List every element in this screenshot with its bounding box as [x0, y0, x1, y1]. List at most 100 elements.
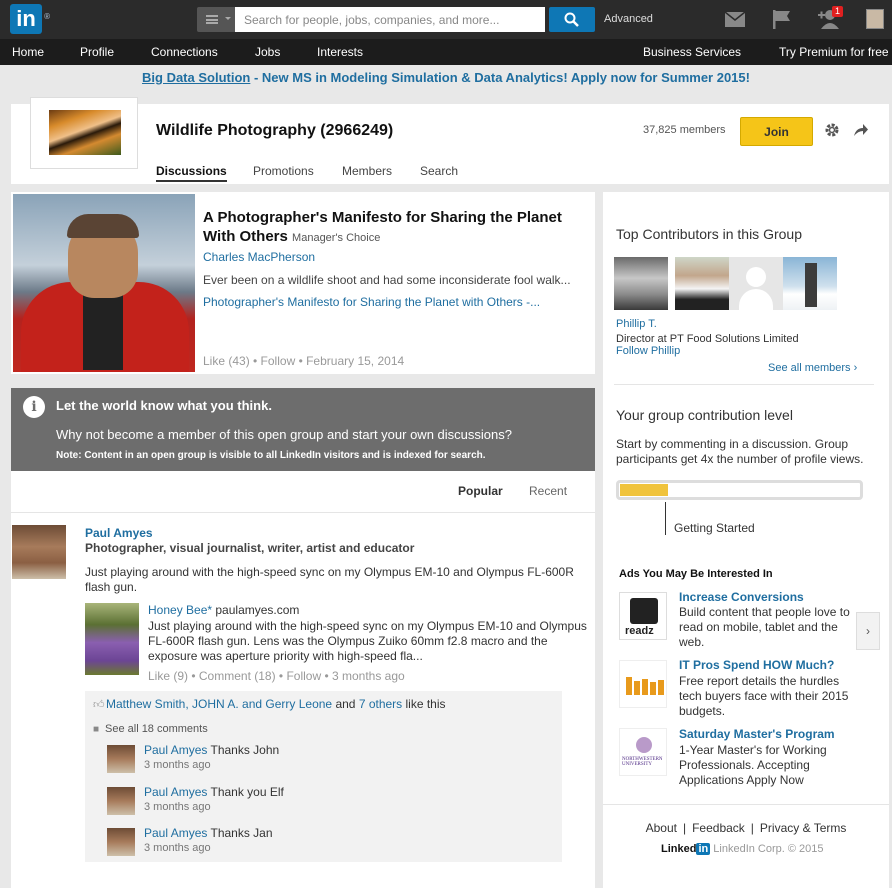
top-contributors-title: Top Contributors in this Group	[616, 226, 802, 242]
search-icon	[564, 12, 579, 27]
contributor-photo[interactable]	[783, 257, 837, 310]
university-seal-icon	[636, 737, 652, 753]
contributor-photo-placeholder[interactable]	[729, 257, 783, 310]
comment-author[interactable]: Paul Amyes	[144, 743, 207, 757]
nav-business-services[interactable]: Business Services	[643, 45, 741, 59]
ad-text[interactable]: Free report details the hurdles tech buy…	[679, 674, 855, 719]
featured-article-link[interactable]: Photographer's Manifesto for Sharing the…	[203, 295, 540, 309]
contributor-name[interactable]: Phillip T.	[616, 318, 657, 330]
featured-title[interactable]: A Photographer's Manifesto for Sharing t…	[203, 208, 575, 248]
linkedin-logo[interactable]: in ®	[10, 4, 50, 34]
contributor-photo[interactable]	[675, 257, 729, 310]
nav-jobs[interactable]: Jobs	[255, 45, 280, 59]
comment-author[interactable]: Paul Amyes	[144, 826, 207, 840]
comment-avatar[interactable]	[107, 745, 135, 773]
ads-title: Ads You May Be Interested In	[619, 568, 773, 580]
ad-text[interactable]: Build content that people love to read o…	[679, 605, 855, 650]
comment-avatar[interactable]	[107, 787, 135, 815]
ads-next-button[interactable]: ›	[856, 612, 880, 650]
post-author-avatar[interactable]	[12, 525, 66, 579]
comment-author[interactable]: Paul Amyes	[144, 785, 207, 799]
shared-link-title: Honey Bee* paulamyes.com	[148, 603, 300, 617]
notification-badge: 1	[832, 6, 844, 17]
follow-contributor-link[interactable]: Follow Phillip	[616, 345, 680, 357]
post-author-link[interactable]: Paul Amyes	[85, 526, 153, 540]
group-logo[interactable]	[30, 97, 138, 169]
gear-icon[interactable]	[824, 122, 840, 138]
contribution-progress-bar	[616, 480, 863, 500]
ad-title[interactable]: Increase Conversions	[679, 590, 804, 604]
featured-author-photo[interactable]	[13, 194, 195, 372]
comment-text: Thanks Jan	[207, 826, 273, 840]
featured-meta[interactable]: Like (43) • Follow • February 15, 2014	[203, 354, 404, 368]
tab-promotions[interactable]: Promotions	[253, 164, 314, 178]
footer-about-link[interactable]: About	[646, 821, 677, 835]
ad-text[interactable]: 1-Year Master's for Working Professional…	[679, 743, 855, 788]
contributor-photo-wolf[interactable]	[614, 257, 668, 310]
tab-search[interactable]: Search	[420, 164, 458, 178]
discussion-feed: Popular Recent Paul Amyes Photographer, …	[11, 471, 595, 888]
comment-time: 3 months ago	[144, 842, 211, 854]
see-all-members-link[interactable]: See all members ›	[768, 362, 857, 374]
advanced-search-link[interactable]: Advanced	[604, 13, 653, 25]
featured-discussion: A Photographer's Manifesto for Sharing t…	[11, 192, 595, 374]
comment-avatar[interactable]	[107, 828, 135, 856]
likes-summary: Matthew Smith, JOHN A. and Gerry Leone a…	[106, 697, 446, 711]
comment-item: Paul Amyes Thank you Elf 3 months ago	[107, 785, 527, 817]
nav-connections[interactable]: Connections	[151, 45, 218, 59]
person-icon	[746, 267, 766, 287]
sort-recent-tab[interactable]: Recent	[529, 484, 567, 498]
ad-logo-northwestern[interactable]: NORTHWESTERN UNIVERSITY	[619, 728, 667, 776]
account-avatar[interactable]	[866, 9, 884, 29]
ad-logo-readz[interactable]: readz	[619, 592, 667, 640]
contributor-role: Director at PT Food Solutions Limited	[616, 333, 799, 345]
tab-discussions[interactable]: Discussions	[156, 164, 227, 182]
share-icon[interactable]	[853, 123, 869, 137]
comment-item: Paul Amyes Thanks John 3 months ago	[107, 743, 527, 775]
nav-interests[interactable]: Interests	[317, 45, 363, 59]
banner-link[interactable]: Big Data Solution	[142, 70, 250, 85]
progress-marker	[665, 502, 666, 535]
nav-profile[interactable]: Profile	[80, 45, 114, 59]
ad-title[interactable]: IT Pros Spend HOW Much?	[679, 658, 834, 672]
likes-comments-box: 👍︎ Matthew Smith, JOHN A. and Gerry Leon…	[85, 691, 562, 862]
managers-choice-badge: Manager's Choice	[292, 232, 381, 244]
contribution-title: Your group contribution level	[616, 407, 793, 423]
notice-text: Why not become a member of this open gro…	[56, 427, 512, 442]
footer-links: About | Feedback | Privacy & Terms	[645, 821, 847, 835]
post-text: Just playing around with the high-speed …	[85, 565, 574, 594]
shared-image-thumbnail[interactable]	[85, 603, 139, 675]
search-input[interactable]	[235, 7, 545, 32]
messages-icon[interactable]	[725, 12, 745, 27]
see-all-comments-link[interactable]: See all 18 comments	[105, 723, 208, 735]
info-icon: i	[23, 396, 45, 418]
comment-text: Thank you Elf	[207, 785, 284, 799]
readz-logo-icon	[630, 598, 658, 624]
post-author-headline: Photographer, visual journalist, writer,…	[85, 541, 415, 555]
divider	[603, 804, 889, 805]
group-title: Wildlife Photography (2966249)	[156, 122, 394, 139]
members-count: 37,825 members	[643, 124, 726, 136]
search-category-menu[interactable]	[197, 7, 235, 32]
ad-logo-chart[interactable]	[619, 660, 667, 708]
contribution-progress-fill	[620, 484, 668, 496]
footer-privacy-link[interactable]: Privacy & Terms	[760, 821, 846, 835]
flag-icon[interactable]	[773, 10, 791, 29]
footer-feedback-link[interactable]: Feedback	[692, 821, 745, 835]
banner-text[interactable]: - New MS in Modeling Simulation & Data A…	[250, 70, 750, 85]
ad-banner: Big Data Solution - New MS in Modeling S…	[0, 70, 892, 85]
footer-brand: Linked in LinkedIn Corp. © 2015	[661, 843, 824, 855]
notice-heading: Let the world know what you think.	[56, 398, 272, 413]
ad-title[interactable]: Saturday Master's Program	[679, 727, 835, 741]
featured-author-link[interactable]: Charles MacPherson	[203, 250, 315, 264]
nav-try-premium[interactable]: Try Premium for free	[779, 45, 889, 59]
group-header: Wildlife Photography (2966249) 37,825 me…	[11, 97, 889, 184]
join-button[interactable]: Join	[740, 117, 813, 146]
search-button[interactable]	[549, 7, 595, 32]
sort-popular-tab[interactable]: Popular	[458, 484, 503, 498]
tab-members[interactable]: Members	[342, 164, 392, 178]
divider	[11, 512, 595, 513]
post-meta[interactable]: Like (9) • Comment (18) • Follow • 3 mon…	[148, 669, 405, 683]
nav-home[interactable]: Home	[12, 45, 44, 59]
comment-time: 3 months ago	[144, 801, 211, 813]
